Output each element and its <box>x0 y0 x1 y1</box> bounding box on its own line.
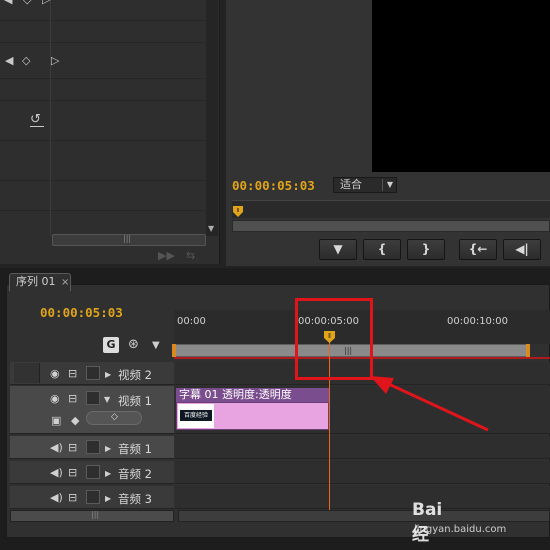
mark-in-button[interactable]: { <box>363 239 401 260</box>
monitor-timecode[interactable]: 00:00:05:03 <box>232 178 315 193</box>
monitor-playhead-icon[interactable] <box>233 206 243 218</box>
divider <box>0 100 205 101</box>
divider <box>0 20 205 21</box>
annotation-arrow-icon <box>370 376 489 432</box>
eye-icon[interactable]: ◉ <box>50 367 60 380</box>
track-name: 音频 3 <box>118 492 152 506</box>
track-name: 音频 2 <box>118 467 152 481</box>
track-lane-audio-3[interactable] <box>175 486 550 509</box>
divider <box>0 42 205 43</box>
reset-icon[interactable]: ↺ <box>30 113 41 126</box>
track-target-toggle[interactable] <box>86 440 100 454</box>
add-keyframe-icon[interactable]: ◇ <box>22 55 30 67</box>
in-point-icon: { <box>377 242 387 256</box>
step-back-icon: ◀| <box>515 242 529 256</box>
sync-lock-icon[interactable]: ⊟ <box>68 367 77 380</box>
speaker-icon[interactable]: ◀) <box>50 491 63 504</box>
go-to-in-icon: {← <box>468 242 488 256</box>
track-target-toggle[interactable] <box>86 366 100 380</box>
triangle-left-icon[interactable]: ◀ <box>4 0 12 6</box>
vertical-scrollbar[interactable]: ▼ <box>206 0 218 236</box>
ruler-tick-label: 00:00 <box>177 316 206 327</box>
divider <box>0 210 205 211</box>
scroll-grip-icon: ||| <box>123 234 132 243</box>
video-preview <box>372 0 550 172</box>
timeline-scrollbar[interactable] <box>178 510 550 522</box>
chevron-down-icon: ▼ <box>381 179 393 191</box>
scroll-down-icon[interactable]: ▼ <box>208 224 214 233</box>
step-back-button[interactable]: ◀| <box>503 239 541 260</box>
zoom-fit-select[interactable]: 适合 ▼ <box>333 177 397 193</box>
track-name: 音频 1 <box>118 442 152 456</box>
eye-icon[interactable]: ◉ <box>50 392 60 405</box>
watermark-url: jingyan.baidu.com <box>414 524 507 535</box>
mark-out-button[interactable]: } <box>407 239 445 260</box>
track-lane-audio-2[interactable] <box>175 461 550 484</box>
track-name: 视频 2 <box>118 368 152 382</box>
expand-triangle-icon[interactable]: ▶ <box>105 494 111 503</box>
triangle-right-icon[interactable]: ▷ <box>42 0 50 6</box>
speaker-icon[interactable]: ◀) <box>50 441 63 454</box>
ruler-tick-label: 00:00:10:00 <box>447 316 509 327</box>
work-area-end-handle[interactable] <box>526 344 530 357</box>
horizontal-scrollbar[interactable]: ||| <box>52 234 206 246</box>
marker-icon: ▼ <box>333 242 343 256</box>
divider <box>50 0 51 236</box>
track-target-toggle[interactable] <box>86 391 100 405</box>
close-icon[interactable]: × <box>61 277 69 288</box>
sync-lock-icon[interactable]: ⊟ <box>68 392 77 405</box>
display-style-icon[interactable]: ▣ <box>51 414 61 427</box>
tab-label: 序列 01 <box>16 275 56 288</box>
next-keyframe-icon[interactable]: ▷ <box>51 55 59 67</box>
keyframe-diamond-icon[interactable]: ◇ <box>111 412 118 422</box>
track-lock[interactable] <box>14 363 40 383</box>
sync-lock-icon[interactable]: ⊟ <box>68 466 77 479</box>
track-name: 视频 1 <box>118 394 152 408</box>
work-area-start-handle[interactable] <box>172 344 176 357</box>
loop-icon[interactable]: ⇆ <box>186 250 195 262</box>
clip-thumbnail-text: 百度经验 <box>180 410 212 421</box>
zoom-fit-value: 适合 <box>340 178 362 191</box>
speaker-icon[interactable]: ◀) <box>50 466 63 479</box>
keyframe-toggle-icon[interactable]: ◆ <box>71 414 79 427</box>
expand-triangle-icon[interactable]: ▶ <box>105 444 111 453</box>
divider <box>0 78 205 79</box>
expand-triangle-icon[interactable]: ▶ <box>105 370 111 379</box>
out-point-icon: } <box>421 242 431 256</box>
collapse-triangle-icon[interactable]: ▼ <box>104 395 110 404</box>
reset-underline <box>30 126 44 127</box>
sequence-timecode[interactable]: 00:00:05:03 <box>40 305 123 320</box>
snap-icon[interactable]: G <box>103 337 119 353</box>
marker-icon[interactable]: ▼ <box>152 340 160 351</box>
play-only-icon[interactable]: ▶▶ <box>158 250 175 262</box>
sync-lock-icon[interactable]: ⊟ <box>68 491 77 504</box>
premiere-workspace: ▼ ||| ◀ ◇ ▷ ◀ ◇ ▷ ↺ ▶▶ ⇆ 00:00:05:03 适合 … <box>0 0 550 550</box>
sync-lock-icon[interactable]: ⊟ <box>68 441 77 454</box>
scroll-grip-icon: ||| <box>91 510 100 519</box>
divider <box>0 180 205 181</box>
clip-label[interactable]: 字幕 01 透明度:透明度 <box>176 388 329 402</box>
tab-sequence-01[interactable]: 序列 01 × <box>9 273 71 291</box>
expand-triangle-icon[interactable]: ▶ <box>105 469 111 478</box>
monitor-time-ruler[interactable] <box>232 200 550 218</box>
track-target-toggle[interactable] <box>86 490 100 504</box>
set-marker-icon[interactable]: ⊛ <box>128 337 139 352</box>
prev-keyframe-icon[interactable]: ◀ <box>5 55 13 67</box>
header-scrollbar[interactable]: ||| <box>10 510 174 522</box>
add-marker-button[interactable]: ▼ <box>319 239 357 260</box>
keyframe-navigator[interactable]: ◇ <box>86 411 142 425</box>
go-to-in-button[interactable]: {← <box>459 239 497 260</box>
monitor-scrollbar[interactable] <box>232 220 550 232</box>
track-target-toggle[interactable] <box>86 465 100 479</box>
divider <box>0 140 205 141</box>
keyframe-diamond-icon[interactable]: ◇ <box>23 0 31 6</box>
effect-controls-panel: ▼ ||| ◀ ◇ ▷ ◀ ◇ ▷ ↺ ▶▶ ⇆ <box>0 0 220 264</box>
